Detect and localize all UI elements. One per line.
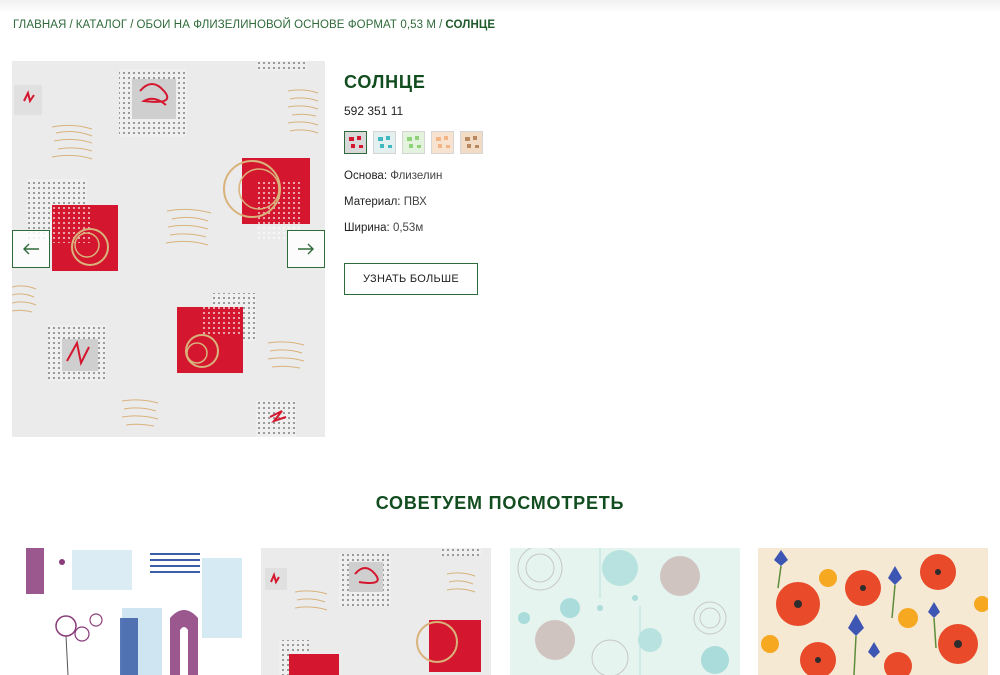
- property-value: Флизелин: [390, 170, 443, 182]
- arrow-right-icon: [298, 243, 314, 255]
- breadcrumb-separator: /: [439, 19, 443, 31]
- dandelion-pattern-image: [12, 548, 242, 675]
- gallery-prev-button[interactable]: [12, 230, 50, 268]
- gallery-next-button[interactable]: [287, 230, 325, 268]
- breadcrumb: ГЛАВНАЯ / КАТАЛОГ / ОБОИ НА ФЛИЗЕЛИНОВОЙ ОСН…: [13, 19, 495, 31]
- color-swatches: [344, 131, 744, 154]
- swatch-brown[interactable]: [460, 131, 483, 154]
- arrow-left-icon: [23, 243, 39, 255]
- swatch-pattern-icon: [436, 136, 450, 148]
- recommendations-title: СОВЕТУЕМ ПОСМОТРЕТЬ: [375, 493, 625, 513]
- property-label: Ширина:: [344, 222, 390, 234]
- product-image: [12, 61, 325, 437]
- breadcrumb-home[interactable]: ГЛАВНАЯ: [13, 19, 66, 31]
- recommendation-card-circles[interactable]: [510, 548, 740, 675]
- learn-more-button[interactable]: УЗНАТЬ БОЛЬШЕ: [344, 263, 478, 295]
- breadcrumb-current: СОЛНЦЕ: [445, 19, 496, 31]
- swatch-peach[interactable]: [431, 131, 454, 154]
- swatch-pattern-icon: [349, 136, 363, 148]
- property-material: Материал: ПВХ: [344, 196, 744, 222]
- product-properties: Основа: Флизелин Материал: ПВХ Ширина: 0…: [344, 170, 744, 248]
- top-shade: [0, 0, 1000, 14]
- property-label: Основа:: [344, 170, 388, 182]
- wallpaper-pattern-image: [12, 61, 325, 437]
- swatch-pattern-icon: [465, 136, 479, 148]
- product-sku: 592 351 11: [344, 104, 404, 118]
- swatch-green[interactable]: [402, 131, 425, 154]
- property-label: Материал:: [344, 196, 401, 208]
- breadcrumb-catalog[interactable]: КАТАЛОГ: [76, 19, 127, 31]
- poppy-pattern-image: [758, 548, 988, 675]
- swatch-pattern-icon: [378, 136, 392, 148]
- property-value: ПВХ: [403, 196, 427, 208]
- property-width: Ширина: 0,53м: [344, 222, 744, 248]
- recommendation-card-poppy[interactable]: [758, 548, 988, 675]
- breadcrumb-category[interactable]: ОБОИ НА ФЛИЗЕЛИНОВОЙ ОСНОВЕ ФОРМАТ 0,53 …: [137, 19, 437, 31]
- recommendation-card-sun[interactable]: [261, 548, 491, 675]
- recommendation-card-dandelion[interactable]: [12, 548, 242, 675]
- swatch-pattern-icon: [407, 136, 421, 148]
- sun-pattern-image: [261, 548, 491, 675]
- swatch-red[interactable]: [344, 131, 367, 154]
- property-value: 0,53м: [392, 222, 424, 234]
- breadcrumb-separator: /: [130, 19, 134, 31]
- swatch-turquoise[interactable]: [373, 131, 396, 154]
- product-info: СОЛНЦЕ 592 351 11 Основа: Флизелин Матер…: [344, 72, 744, 295]
- breadcrumb-separator: /: [69, 19, 73, 31]
- property-base: Основа: Флизелин: [344, 170, 744, 196]
- recommendations-list: [12, 548, 988, 675]
- product-title: СОЛНЦЕ: [344, 72, 426, 92]
- circles-pattern-image: [510, 548, 740, 675]
